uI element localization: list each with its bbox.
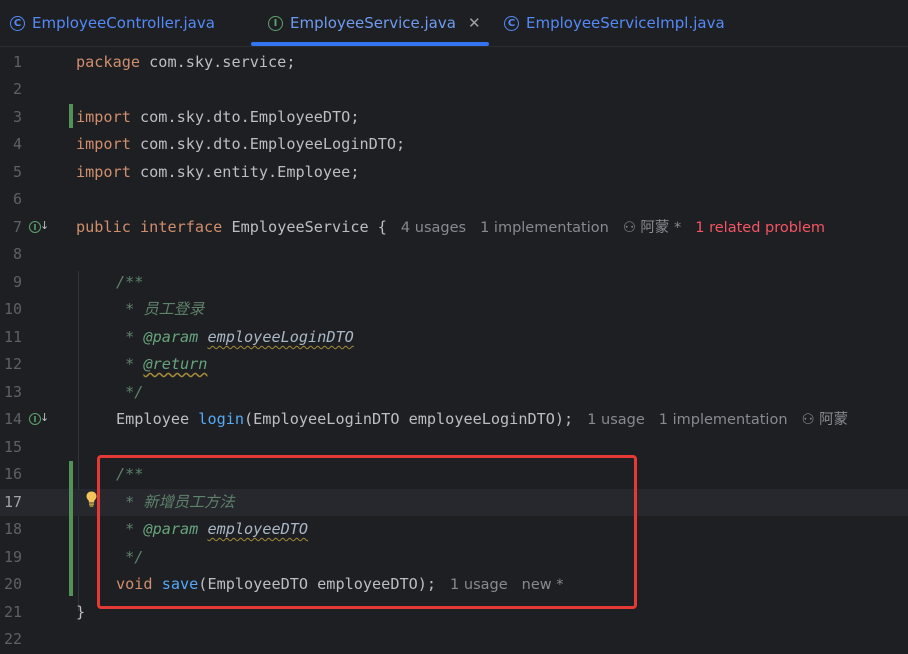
- line-number: 7: [12, 218, 22, 236]
- code-line: 1 package com.sky.service;: [0, 49, 908, 76]
- doc-comment: /**: [116, 273, 144, 291]
- code-line: 22: [0, 626, 908, 653]
- line-number: 8: [12, 245, 22, 263]
- keyword: import: [76, 108, 131, 126]
- code-line: 4 import com.sky.dto.EmployeeLoginDTO;: [0, 131, 908, 158]
- line-number: 3: [12, 108, 22, 126]
- line-number: 11: [3, 328, 22, 346]
- doc-param: employeeLoginDTO: [207, 328, 354, 346]
- navigate-down-icon[interactable]: ↓: [40, 411, 49, 424]
- doc-star: *: [116, 355, 144, 373]
- code-line: 10 * 员工登录: [0, 296, 908, 323]
- import-path: com.sky.dto.EmployeeDTO;: [130, 108, 360, 126]
- doc-comment: */: [116, 383, 144, 401]
- author-name: 阿蒙: [819, 412, 849, 428]
- doc-star: *: [116, 328, 144, 346]
- usages-hint[interactable]: 4 usages: [401, 220, 466, 236]
- code-line: 12 * @return: [0, 351, 908, 378]
- line-number: 17: [3, 493, 22, 511]
- code-line: 7 I ↓ public interface EmployeeService {…: [0, 214, 908, 241]
- tab-label: EmployeeServiceImpl.java: [526, 14, 725, 32]
- line-number: 5: [12, 163, 22, 181]
- code-line: 2: [0, 76, 908, 103]
- user-icon: ⚇: [801, 412, 820, 428]
- usages-hint[interactable]: 1 usage: [587, 412, 645, 428]
- line-number: 14: [3, 410, 22, 428]
- keyword: package: [76, 53, 141, 71]
- line-number: 2: [12, 80, 22, 98]
- keyword: import: [76, 135, 131, 153]
- line-number: 18: [3, 520, 22, 538]
- keyword: import: [76, 163, 131, 181]
- navigate-down-icon[interactable]: ↓: [40, 219, 49, 232]
- author-hint[interactable]: ⚇ 阿蒙 *: [623, 220, 681, 236]
- doc-tag: @param: [143, 328, 199, 346]
- method-name: login: [198, 410, 245, 428]
- line-number: 9: [12, 273, 22, 291]
- related-problem-hint[interactable]: 1 related problem: [695, 220, 825, 236]
- close-icon[interactable]: ✕: [468, 14, 481, 32]
- doc-tag: @return: [143, 355, 208, 373]
- line-number: 6: [12, 190, 22, 208]
- tab-employee-service[interactable]: I EmployeeService.java ✕: [268, 0, 481, 46]
- code-line: 3 import com.sky.dto.EmployeeDTO;: [0, 104, 908, 131]
- code-line: 9 /**: [0, 269, 908, 296]
- editor-tab-bar: C EmployeeController.java I EmployeeServ…: [0, 0, 908, 47]
- vcs-change-marker[interactable]: [69, 104, 73, 128]
- line-number: 19: [3, 548, 22, 566]
- tab-label: EmployeeController.java: [32, 14, 215, 32]
- keyword: public: [76, 218, 131, 236]
- line-number: 1: [12, 53, 22, 71]
- closing-brace: }: [76, 603, 86, 621]
- code-line: 14 I ↓ Employee login(EmployeeLoginDTO e…: [0, 406, 908, 433]
- class-icon: C: [10, 15, 25, 31]
- author-name: 阿蒙 *: [640, 220, 682, 236]
- code-line: 8: [0, 241, 908, 268]
- doc-comment: * 员工登录: [116, 300, 205, 318]
- line-number: 4: [12, 135, 22, 153]
- line-number: 20: [3, 575, 22, 593]
- line-number: 21: [3, 603, 22, 621]
- method-params: (EmployeeLoginDTO employeeLoginDTO);: [244, 410, 574, 428]
- keyword: interface: [140, 218, 223, 236]
- code-line: 13 */: [0, 379, 908, 406]
- highlight-annotation-box: [97, 455, 637, 609]
- line-number: 22: [3, 630, 22, 648]
- tab-label: EmployeeService.java: [290, 14, 456, 32]
- code-line: 6: [0, 186, 908, 213]
- class-icon: C: [504, 15, 519, 31]
- package-name: com.sky.service;: [140, 53, 296, 71]
- implementations-hint[interactable]: 1 implementation: [659, 412, 788, 428]
- import-path: com.sky.entity.Employee;: [130, 163, 360, 181]
- user-icon: ⚇: [622, 220, 641, 236]
- line-number: 10: [3, 300, 22, 318]
- lightbulb-icon[interactable]: [86, 491, 97, 507]
- vcs-change-marker[interactable]: [69, 461, 73, 596]
- tab-employee-service-impl[interactable]: C EmployeeServiceImpl.java: [504, 0, 725, 46]
- line-number: 16: [3, 465, 22, 483]
- implementations-hint[interactable]: 1 implementation: [480, 220, 609, 236]
- return-type: Employee: [116, 410, 199, 428]
- interface-name: EmployeeService {: [222, 218, 387, 236]
- tab-employee-controller[interactable]: C EmployeeController.java: [10, 0, 215, 46]
- line-number: 15: [3, 438, 22, 456]
- line-number: 13: [3, 383, 22, 401]
- code-line: 5 import com.sky.entity.Employee;: [0, 159, 908, 186]
- author-hint[interactable]: ⚇ 阿蒙: [802, 412, 849, 428]
- line-number: 12: [3, 355, 22, 373]
- import-path: com.sky.dto.EmployeeLoginDTO;: [130, 135, 406, 153]
- interface-icon: I: [268, 15, 283, 31]
- code-line: 11 * @param employeeLoginDTO: [0, 324, 908, 351]
- active-tab-indicator: [251, 42, 489, 46]
